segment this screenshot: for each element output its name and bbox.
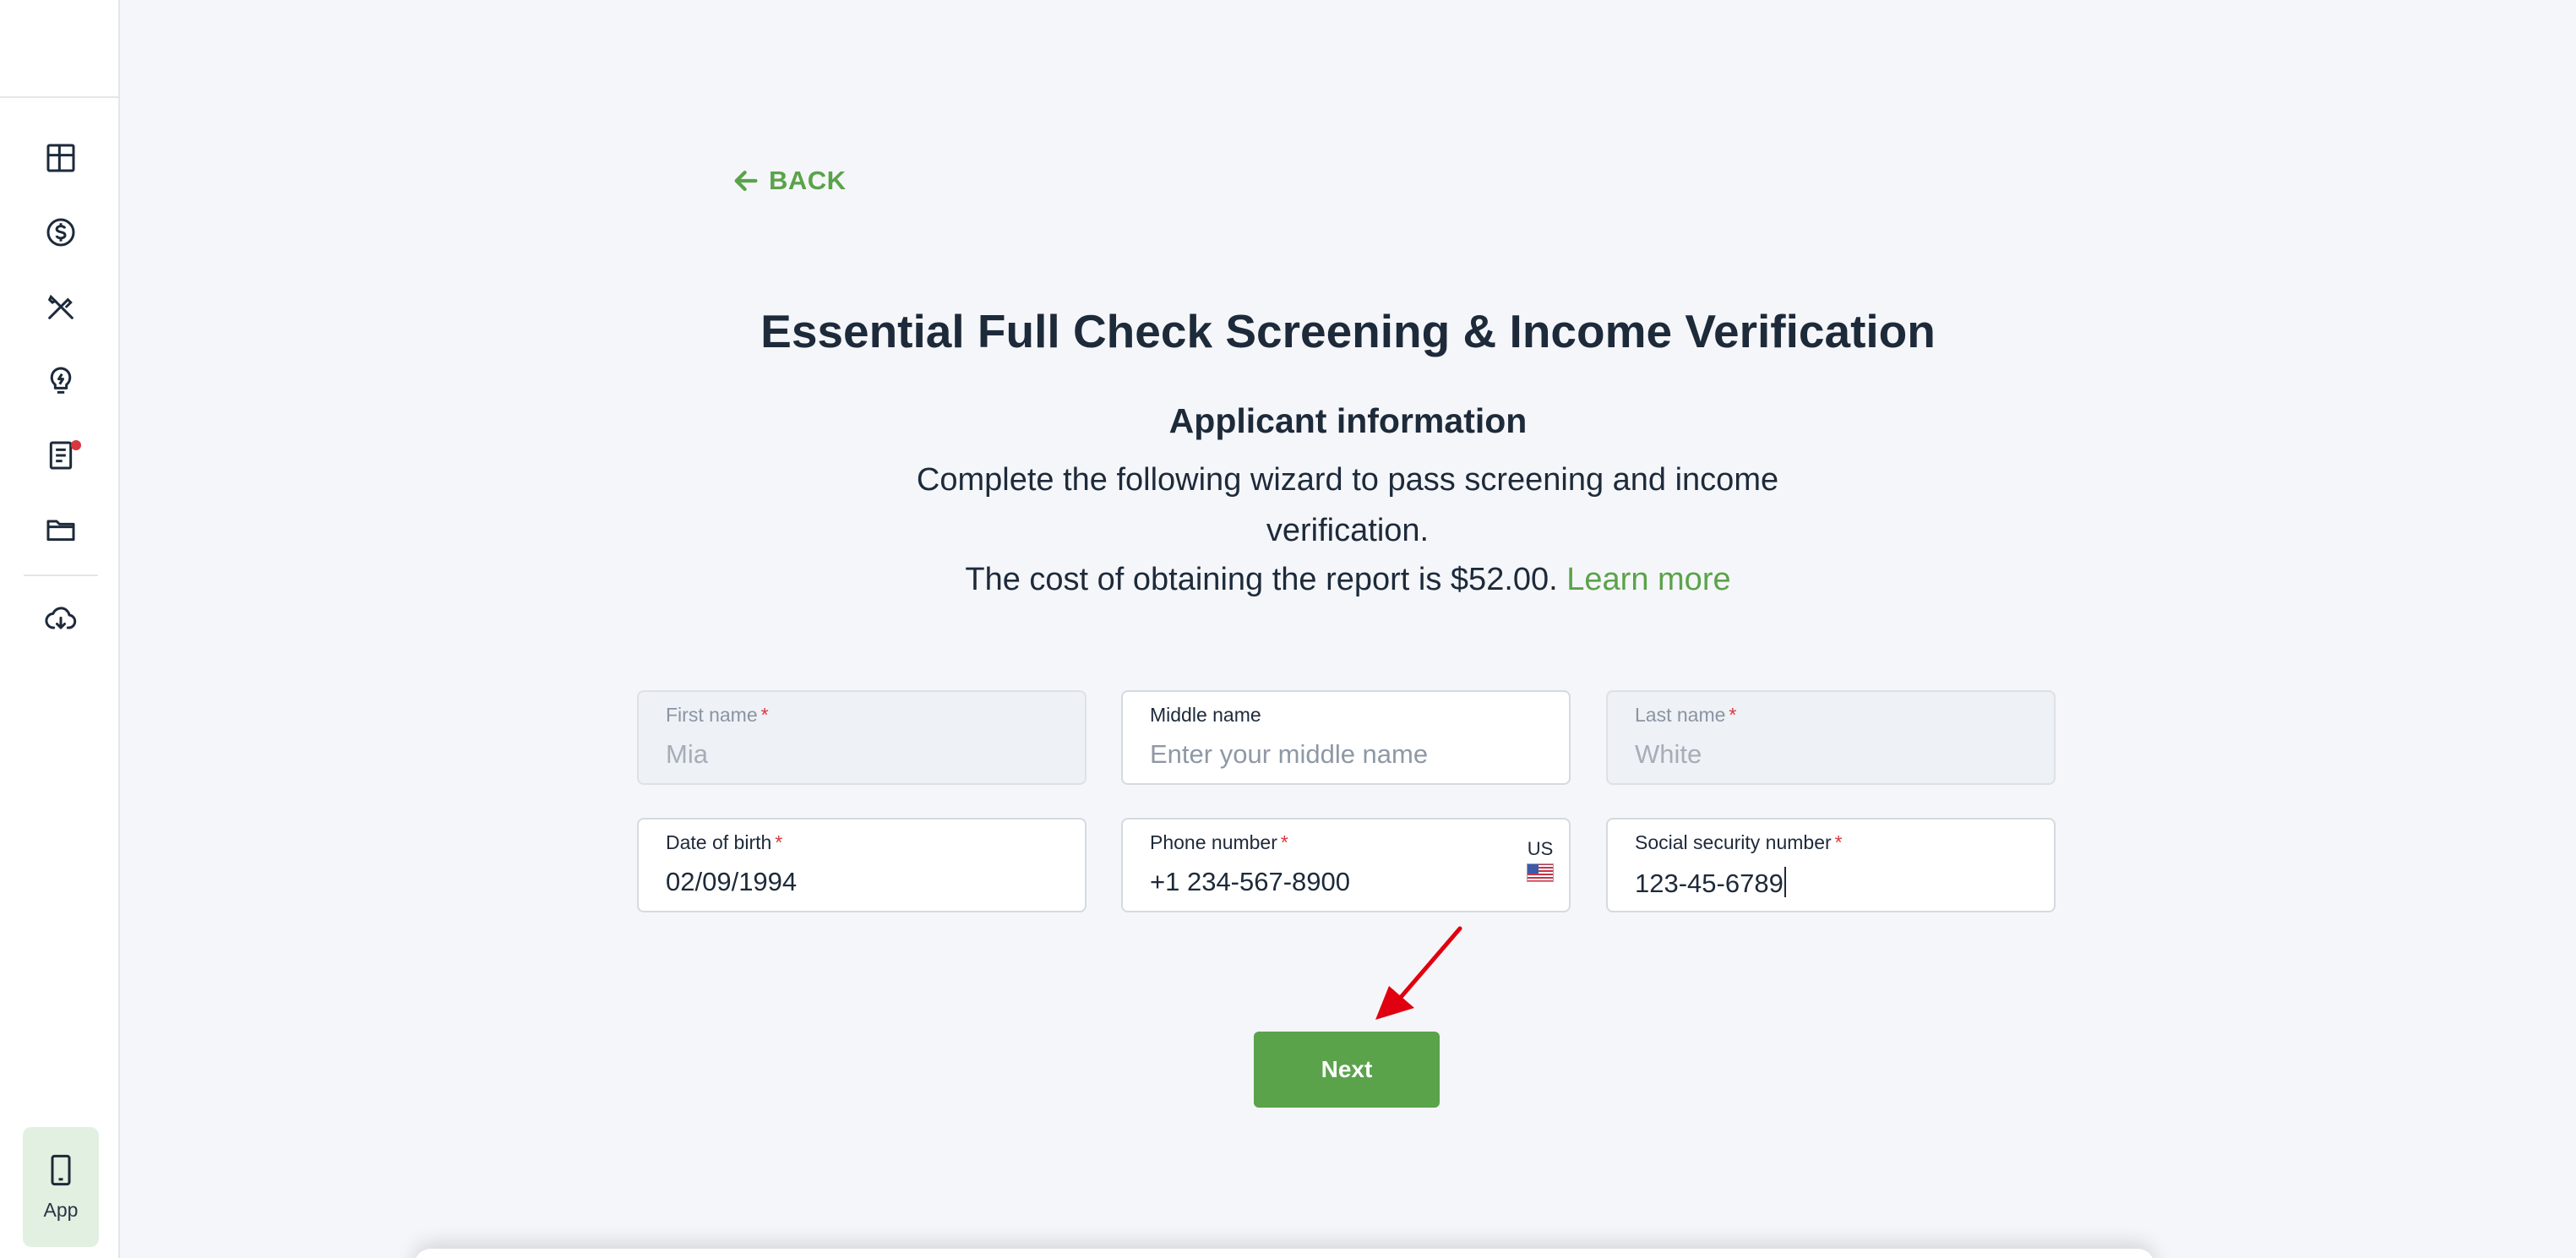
sidebar-item-insights[interactable] <box>34 354 88 408</box>
country-code: US <box>1527 838 1554 859</box>
last-name-field: Last name * White <box>1606 690 2056 785</box>
sidebar-item-payments[interactable] <box>34 205 88 259</box>
last-name-value: White <box>1635 739 1702 769</box>
folder-icon <box>46 520 75 542</box>
cost-text: The cost of obtaining the report is $52.… <box>965 562 1558 597</box>
date-of-birth-field[interactable]: Date of birth * 02/09/1994 <box>637 818 1086 912</box>
dashboard-icon <box>46 144 75 172</box>
text-cursor <box>1784 867 1786 897</box>
back-button[interactable]: BACK <box>732 166 847 196</box>
payments-icon <box>46 218 75 247</box>
us-flag-icon <box>1527 863 1554 882</box>
first-name-field: First name * Mia <box>637 690 1086 785</box>
ssn-field[interactable]: Social security number * 123-45-6789 <box>1606 818 2056 912</box>
bottom-panel <box>414 1249 2154 1258</box>
phone-number-input[interactable]: +1 234-567-8900 <box>1150 867 1350 897</box>
sidebar-item-files[interactable] <box>34 503 88 557</box>
ssn-input[interactable]: 123-45-6789 <box>1635 867 1786 899</box>
next-button[interactable]: Next <box>1254 1032 1440 1108</box>
middle-name-field[interactable]: Middle name Enter your middle name <box>1121 690 1571 785</box>
last-name-label: Last name * <box>1635 704 1737 726</box>
section-title: Applicant information <box>1168 401 1528 440</box>
date-of-birth-input[interactable]: 02/09/1994 <box>666 867 797 897</box>
notification-badge <box>71 440 81 450</box>
country-selector[interactable]: US <box>1527 838 1554 882</box>
page: App BACK Essential Full Check Screening … <box>0 0 2576 1258</box>
download-icon <box>45 607 77 629</box>
cost-line: The cost of obtaining the report is $52.… <box>60 556 2576 603</box>
arrow-left-icon <box>734 170 758 192</box>
sidebar-divider <box>0 96 120 98</box>
ssn-label: Social security number * <box>1635 831 1843 853</box>
date-of-birth-label: Date of birth * <box>666 831 783 853</box>
insights-icon <box>50 367 72 394</box>
first-name-label: First name * <box>666 704 769 726</box>
learn-more-link[interactable]: Learn more <box>1566 562 1730 597</box>
app-button[interactable]: App <box>23 1127 99 1247</box>
description: Complete the following wizard to pass sc… <box>916 462 1779 548</box>
first-name-value: Mia <box>666 739 708 769</box>
phone-number-label: Phone number * <box>1150 831 1288 853</box>
sidebar-item-dashboard[interactable] <box>34 131 88 185</box>
page-title: Essential Full Check Screening & Income … <box>760 305 1936 357</box>
middle-name-input[interactable]: Enter your middle name <box>1150 739 1428 770</box>
app-button-label: App <box>43 1198 79 1221</box>
mobile-phone-icon <box>51 1154 71 1185</box>
middle-name-label: Middle name <box>1150 704 1261 726</box>
back-label: BACK <box>769 166 847 195</box>
annotation-arrow-icon <box>1375 926 1462 1020</box>
phone-number-field[interactable]: Phone number * +1 234-567-8900 US <box>1121 818 1571 912</box>
sidebar: App <box>0 0 120 1258</box>
